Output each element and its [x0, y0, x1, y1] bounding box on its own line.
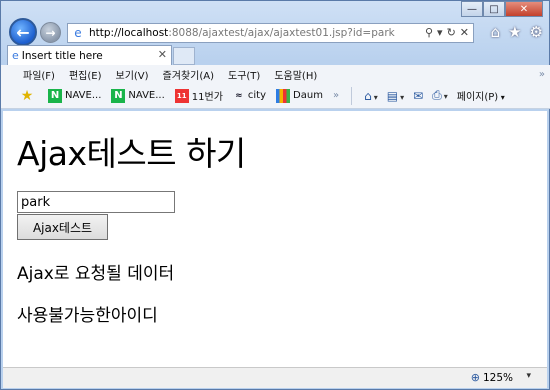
url-text: http://localhost:8088/ajaxtest/ajax/ajax…	[89, 27, 473, 39]
id-availability-message: 사용불가능한아이디	[17, 306, 158, 326]
page-title: Ajax테스트 하기	[17, 134, 246, 173]
search-icon[interactable]: ⚲	[425, 26, 433, 39]
favorite-label: NAVE...	[65, 90, 102, 101]
print-icon[interactable]: ⎙ ▾	[432, 88, 448, 103]
chevron-down-icon: ▾	[498, 93, 505, 102]
window-controls: — □ ✕	[461, 1, 543, 17]
browser-window: — □ ✕ ← → e http://localhost:8088/ajaxte…	[0, 0, 550, 390]
menu-favorites[interactable]: 즐겨찾기(A)	[163, 67, 214, 82]
menu-overflow-icon[interactable]: »	[539, 69, 545, 80]
page-menu[interactable]: 페이지(P) ▾	[457, 88, 505, 103]
toolbar-divider	[351, 86, 353, 105]
menu-file[interactable]: 파일(F)	[23, 67, 55, 82]
daum-icon	[276, 88, 291, 103]
favorites-bar: ★ N NAVE... N NAVE... 11 11번가 ≈ city Dau…	[1, 83, 550, 109]
page-content: Ajax테스트 하기 Ajax테스트 Ajax로 요청될 데이터 사용불가능한아…	[3, 111, 547, 367]
new-tab-button[interactable]	[173, 47, 195, 65]
tab-close-icon[interactable]: ✕	[158, 48, 167, 61]
zoom-icon: ⊕	[470, 371, 480, 384]
forward-button[interactable]: →	[40, 22, 61, 43]
ie-tab-icon: e	[12, 49, 19, 62]
maximize-button[interactable]: □	[483, 1, 505, 17]
tab-title: Insert title here	[21, 49, 103, 62]
rss-feed-icon[interactable]: ▤ ▾	[387, 89, 404, 103]
naver-icon: N	[111, 88, 126, 103]
zoom-dropdown-icon[interactable]: ▾	[526, 371, 531, 381]
favorite-label: NAVE...	[128, 90, 165, 101]
page-menu-label: 페이지(P)	[456, 92, 499, 103]
id-input[interactable]	[17, 191, 175, 213]
command-bar: ⌂ ▾ ▤ ▾ ✉ ⎙ ▾ 페이지(P) ▾	[364, 88, 505, 103]
settings-gear-icon[interactable]: ⚙	[530, 23, 543, 41]
dropdown-icon[interactable]: ▾	[437, 26, 443, 39]
favorites-button[interactable]: ★	[19, 89, 38, 103]
favorites-overflow-icon[interactable]: »	[333, 90, 339, 101]
menu-view[interactable]: 보기(V)	[116, 67, 149, 82]
browser-right-icons: ⌂ ★ ⚙	[491, 23, 543, 41]
naver-icon: N	[48, 88, 62, 103]
favorites-star-icon[interactable]: ★	[508, 23, 521, 41]
url-path: :8088/ajaxtest/ajax/ajaxtest01.jsp?id=pa…	[168, 27, 395, 39]
menu-edit[interactable]: 편집(E)	[69, 67, 102, 82]
address-bar[interactable]: e http://localhost:8088/ajaxtest/ajax/aj…	[67, 23, 474, 43]
11st-icon: 11	[174, 88, 189, 103]
favorite-citi[interactable]: ≈ city	[233, 89, 266, 103]
citi-icon: ≈	[235, 90, 243, 101]
stop-icon[interactable]: ✕	[460, 26, 469, 39]
menu-tools[interactable]: 도구(T)	[228, 67, 260, 82]
address-tools: ⚲ ▾ ↻ ✕	[425, 26, 469, 39]
menu-bar: 파일(F) 편집(E) 보기(V) 즐겨찾기(A) 도구(T) 도움말(H) »	[1, 65, 550, 83]
status-bar: ⊕ 125% ▾	[3, 367, 547, 388]
zoom-level: 125%	[482, 371, 513, 384]
home-icon[interactable]: ⌂	[491, 23, 501, 41]
address-row: — □ ✕ ← → e http://localhost:8088/ajaxte…	[1, 1, 550, 47]
ie-page-icon: e	[74, 26, 82, 40]
minimize-button[interactable]: —	[461, 1, 483, 17]
close-button[interactable]: ✕	[505, 1, 543, 17]
tab-active[interactable]: e Insert title here ✕	[7, 45, 172, 65]
favorite-daum[interactable]: Daum	[276, 88, 323, 103]
favorite-11st[interactable]: 11 11번가	[174, 88, 223, 103]
request-data-label: Ajax로 요청될 데이터	[17, 264, 175, 284]
favorite-naver-1[interactable]: N NAVE...	[48, 88, 102, 103]
back-button[interactable]: ←	[9, 18, 37, 46]
favorite-label: city	[247, 90, 267, 101]
home-toolbar-icon[interactable]: ⌂ ▾	[364, 89, 378, 103]
favorites-star-icon: ★	[20, 87, 34, 104]
favorite-label: 11번가	[191, 92, 223, 103]
url-host: http://localhost	[89, 27, 169, 39]
menu-help[interactable]: 도움말(H)	[274, 67, 317, 82]
favorite-label: Daum	[293, 90, 323, 101]
tab-row: e Insert title here ✕	[1, 45, 550, 65]
ajax-test-button[interactable]: Ajax테스트	[17, 214, 108, 240]
favorite-naver-2[interactable]: N NAVE...	[111, 88, 165, 103]
refresh-icon[interactable]: ↻	[447, 26, 456, 39]
zoom-control[interactable]: ⊕ 125%	[471, 371, 513, 384]
mail-icon[interactable]: ✉	[413, 89, 423, 103]
